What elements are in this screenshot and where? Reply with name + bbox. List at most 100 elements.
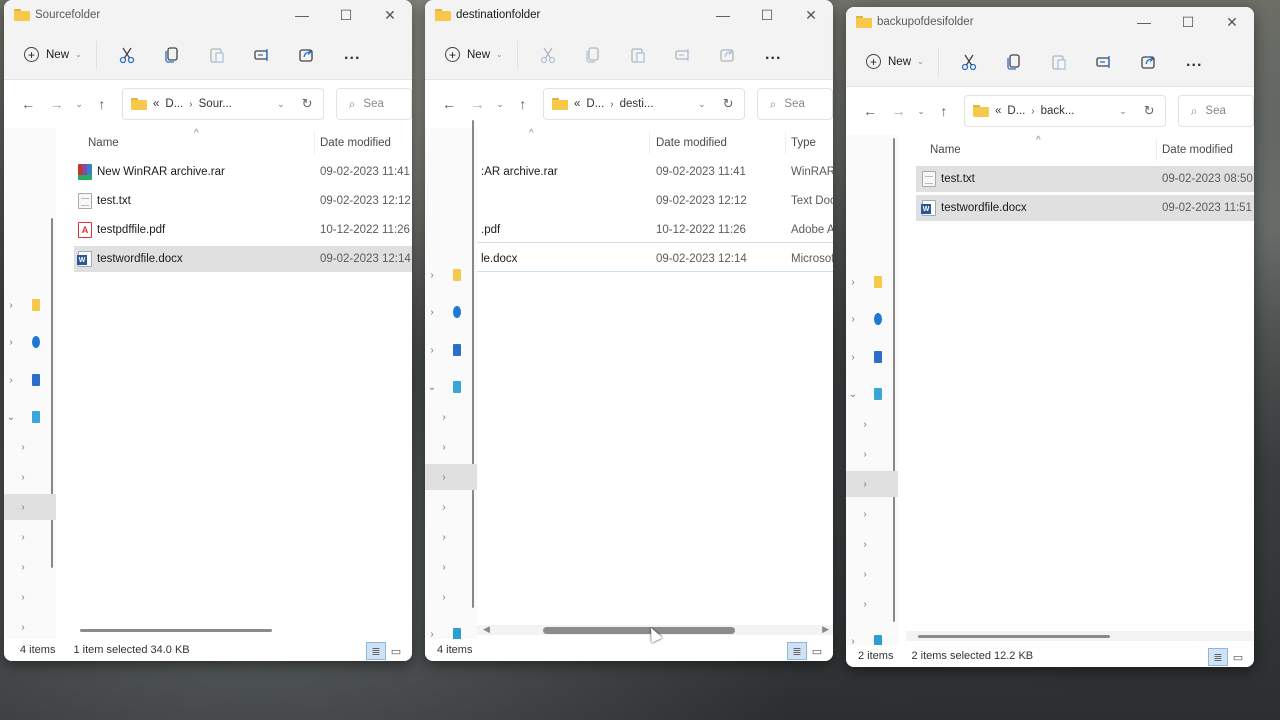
horizontal-scrollbar[interactable] <box>906 631 1254 641</box>
chevron-right-icon[interactable]: › <box>858 509 872 520</box>
scroll-right-button[interactable]: ▶ <box>822 624 829 635</box>
nav-item-this-pc[interactable]: ⌄ <box>4 404 56 430</box>
details-view-button[interactable]: ≣ <box>366 642 386 660</box>
nav-item[interactable]: › <box>846 441 898 467</box>
chevron-right-icon[interactable]: › <box>846 314 860 325</box>
close-button[interactable]: ✕ <box>368 0 412 30</box>
search-input[interactable]: ⌕ Sea <box>756 88 833 120</box>
chevron-right-icon[interactable]: › <box>425 270 439 281</box>
close-button[interactable]: ✕ <box>1210 7 1254 37</box>
address-dropdown-icon[interactable]: ⌄ <box>1119 106 1127 117</box>
share-button[interactable] <box>706 39 751 71</box>
chevron-right-icon[interactable]: › <box>858 599 872 610</box>
chevron-right-icon[interactable]: › <box>846 352 860 363</box>
nav-item[interactable]: › <box>425 262 477 288</box>
nav-item[interactable]: › <box>425 554 477 580</box>
file-row[interactable]: New WinRAR archive.rar 09-02-2023 11:41 <box>74 159 412 185</box>
chevron-down-icon[interactable]: ⌄ <box>846 389 860 400</box>
chevron-right-icon[interactable]: › <box>858 539 872 550</box>
refresh-icon[interactable]: ↻ <box>1144 103 1155 119</box>
cut-button[interactable] <box>947 46 992 78</box>
breadcrumb-item[interactable]: D... <box>1007 105 1025 117</box>
nav-item[interactable]: › <box>846 591 898 617</box>
breadcrumb-overflow[interactable]: « <box>153 98 159 110</box>
column-header-date-modified[interactable]: Date modified <box>320 137 391 149</box>
chevron-right-icon[interactable]: › <box>858 479 872 490</box>
details-view-button[interactable]: ≣ <box>787 642 807 660</box>
file-row-selected[interactable]: test.txt 09-02-2023 08:50 <box>916 166 1254 192</box>
up-button[interactable]: ↑ <box>88 89 116 119</box>
scrollbar-thumb[interactable] <box>543 627 735 634</box>
nav-item[interactable]: › <box>4 614 56 640</box>
breadcrumb-item[interactable]: D... <box>165 98 183 110</box>
recent-locations-button[interactable]: ⌄ <box>913 96 930 126</box>
breadcrumb-item[interactable]: D... <box>586 98 604 110</box>
nav-item[interactable]: › <box>4 524 56 550</box>
file-row-selected[interactable]: testwordfile.docx 09-02-2023 12:14 <box>74 246 412 272</box>
rename-button[interactable] <box>661 39 706 71</box>
back-button[interactable]: ← <box>14 89 42 119</box>
chevron-right-icon[interactable]: › <box>437 442 451 453</box>
nav-item[interactable]: › <box>4 434 56 460</box>
chevron-right-icon[interactable]: › <box>16 592 30 603</box>
file-row[interactable]: 09-02-2023 12:12 Text Doc <box>477 188 833 214</box>
nav-item[interactable]: › <box>846 344 898 370</box>
maximize-button[interactable]: ☐ <box>324 0 368 30</box>
breadcrumb-overflow[interactable]: « <box>574 98 580 110</box>
column-header-type[interactable]: Type <box>791 137 816 149</box>
nav-item[interactable]: › <box>425 337 477 363</box>
breadcrumb-item[interactable]: back... <box>1041 105 1075 117</box>
chevron-right-icon[interactable]: › <box>437 472 451 483</box>
chevron-right-icon[interactable]: › <box>425 307 439 318</box>
minimize-button[interactable]: — <box>280 0 324 30</box>
share-button[interactable] <box>285 39 330 71</box>
refresh-icon[interactable]: ↻ <box>723 96 734 112</box>
file-row[interactable]: :AR archive.rar 09-02-2023 11:41 WinRAR <box>477 159 833 185</box>
chevron-right-icon[interactable]: › <box>858 569 872 580</box>
chevron-right-icon[interactable]: › <box>425 629 439 640</box>
nav-item[interactable]: › <box>425 494 477 520</box>
scroll-left-button[interactable]: ◀ <box>483 624 490 635</box>
refresh-icon[interactable]: ↻ <box>302 96 313 112</box>
chevron-right-icon[interactable]: › <box>16 442 30 453</box>
chevron-right-icon[interactable]: › <box>858 449 872 460</box>
file-row-selected[interactable]: testwordfile.docx 09-02-2023 11:51 <box>916 195 1254 221</box>
address-bar[interactable]: « D... › back... ⌄ ↻ <box>963 95 1166 127</box>
copy-button[interactable] <box>150 39 195 71</box>
file-row-focused[interactable]: le.docx 09-02-2023 12:14 Microsof <box>477 246 833 272</box>
address-dropdown-icon[interactable]: ⌄ <box>277 99 285 110</box>
chevron-right-icon[interactable]: › <box>16 472 30 483</box>
paste-button[interactable] <box>195 39 240 71</box>
chevron-right-icon[interactable]: › <box>437 532 451 543</box>
chevron-right-icon[interactable]: › <box>16 562 30 573</box>
file-row[interactable]: test.txt 09-02-2023 12:12 <box>74 188 412 214</box>
nav-item[interactable]: › <box>846 411 898 437</box>
nav-item-this-pc[interactable]: ⌄ <box>846 381 898 407</box>
nav-item-onedrive[interactable]: › <box>425 299 477 325</box>
copy-button[interactable] <box>992 46 1037 78</box>
up-button[interactable]: ↑ <box>930 96 958 126</box>
search-input[interactable]: ⌕ Sea <box>335 88 412 120</box>
more-options-button[interactable]: ... <box>751 39 796 71</box>
nav-item-onedrive[interactable]: › <box>4 329 56 355</box>
nav-item[interactable]: › <box>846 531 898 557</box>
chevron-right-icon[interactable]: › <box>437 592 451 603</box>
new-button[interactable]: + New ⌄ <box>858 47 932 77</box>
search-input[interactable]: ⌕ Sea <box>1177 95 1254 127</box>
tiles-view-button[interactable]: ▭ <box>807 642 827 660</box>
forward-button[interactable]: → <box>884 96 912 126</box>
more-options-button[interactable]: ... <box>330 39 375 71</box>
nav-item[interactable]: › <box>4 464 56 490</box>
nav-item-selected[interactable]: › <box>846 471 898 497</box>
nav-item[interactable]: › <box>846 501 898 527</box>
cut-button[interactable] <box>105 39 150 71</box>
tiles-view-button[interactable]: ▭ <box>386 642 406 660</box>
rename-button[interactable] <box>1082 46 1127 78</box>
scrollbar-thumb[interactable] <box>918 635 1110 638</box>
nav-item-onedrive[interactable]: › <box>846 306 898 332</box>
new-button[interactable]: + New ⌄ <box>437 40 511 70</box>
maximize-button[interactable]: ☐ <box>1166 7 1210 37</box>
share-button[interactable] <box>1127 46 1172 78</box>
recent-locations-button[interactable]: ⌄ <box>492 89 509 119</box>
close-button[interactable]: ✕ <box>789 0 833 30</box>
